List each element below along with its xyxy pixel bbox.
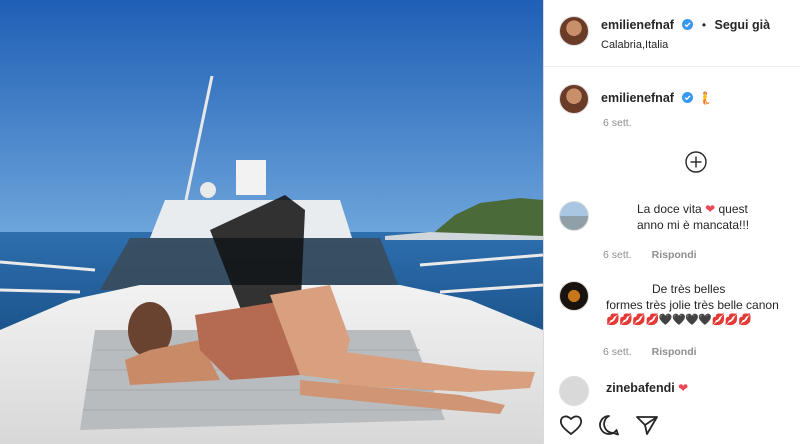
- heart-emoji: ❤: [705, 202, 716, 216]
- heart-icon[interactable]: [559, 414, 583, 436]
- comment-text: formes très jolie très belle canon: [606, 298, 779, 313]
- caption: emilienefnaf 🧜: [559, 84, 713, 114]
- post-photo[interactable]: [0, 0, 543, 444]
- location-link[interactable]: Calabria,Italia: [601, 39, 770, 51]
- comment-emojis: 💋💋💋💋🖤🖤🖤🖤💋💋💋: [606, 314, 752, 327]
- comment-icon[interactable]: [597, 414, 621, 436]
- heart-emoji: ❤: [678, 381, 689, 395]
- reply-button[interactable]: Rispondi: [652, 249, 697, 261]
- comment-meta: 6 sett. Rispondi: [603, 249, 697, 261]
- comment-item: De très belles formes très jolie très be…: [559, 281, 789, 328]
- comment-time: 6 sett.: [603, 346, 632, 358]
- comment-meta: 6 sett. Rispondi: [603, 346, 697, 358]
- comment-time: 6 sett.: [603, 249, 632, 261]
- caption-avatar[interactable]: [559, 84, 589, 114]
- comment-text: De très belles: [652, 282, 726, 296]
- verified-icon: [682, 92, 694, 104]
- comment-item: La doce vita ❤ quest anno mi è mancata!!…: [559, 201, 789, 233]
- comment-username[interactable]: zinebafendi: [606, 380, 675, 397]
- add-comment-icon[interactable]: [685, 151, 707, 173]
- mermaid-emoji: 🧜: [697, 91, 713, 105]
- avatar[interactable]: [559, 16, 589, 46]
- following-button[interactable]: Segui già: [715, 18, 771, 32]
- comment-avatar[interactable]: [559, 201, 589, 231]
- comment-text: quest: [718, 202, 748, 216]
- separator-dot: •: [701, 18, 707, 32]
- header-username[interactable]: emilienefnaf: [601, 18, 674, 33]
- comment-text: La doce vita: [637, 202, 702, 216]
- action-bar: [559, 414, 659, 436]
- caption-username[interactable]: emilienefnaf: [601, 91, 674, 105]
- comment-text: anno mi è mancata!!!: [637, 218, 750, 233]
- post-sidebar: emilienefnaf • Segui già Calabria,Italia…: [543, 0, 800, 444]
- verified-icon: [682, 19, 694, 31]
- caption-time: 6 sett.: [603, 117, 632, 129]
- reply-button[interactable]: Rispondi: [652, 346, 697, 358]
- instagram-post: emilienefnaf • Segui già Calabria,Italia…: [0, 0, 800, 444]
- comment-item: zinebafendi ❤: [559, 376, 789, 406]
- yacht-photo: [0, 0, 543, 444]
- share-icon[interactable]: [635, 414, 659, 436]
- comment-avatar[interactable]: [559, 281, 589, 311]
- post-header: emilienefnaf • Segui già Calabria,Italia: [544, 0, 800, 67]
- comment-avatar[interactable]: [559, 376, 589, 406]
